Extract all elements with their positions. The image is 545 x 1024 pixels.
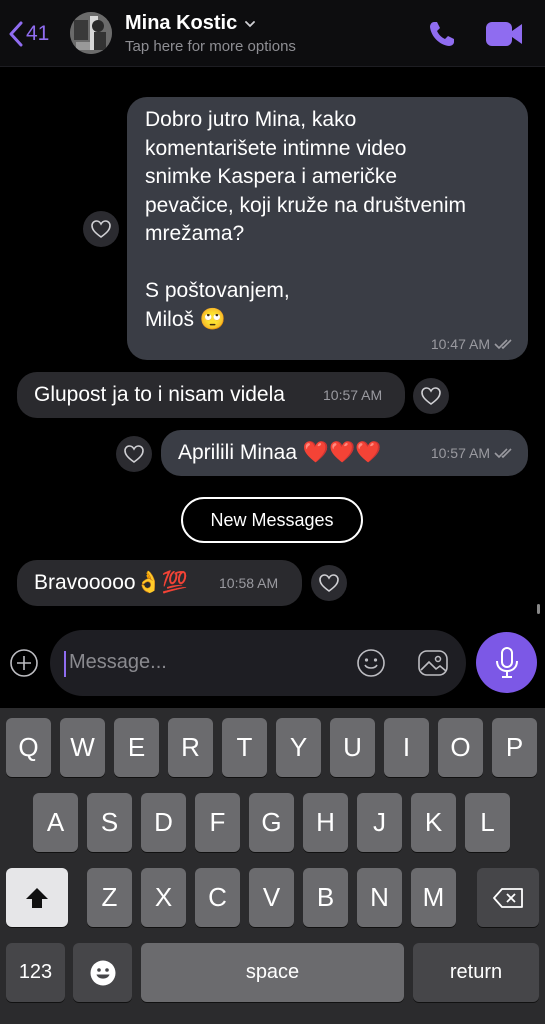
numbers-key[interactable]: 123 bbox=[6, 943, 65, 1002]
key-q[interactable]: Q bbox=[6, 718, 51, 777]
key-k[interactable]: K bbox=[411, 793, 456, 852]
emoji-key[interactable] bbox=[73, 943, 132, 1002]
message-time: 10:57 AM bbox=[430, 445, 490, 461]
message-meta: 10:47 AM bbox=[431, 336, 516, 352]
key-b[interactable]: B bbox=[303, 868, 348, 927]
delete-key[interactable] bbox=[477, 868, 539, 927]
new-messages-divider[interactable]: New Messages bbox=[181, 497, 363, 543]
heart-icon bbox=[124, 445, 144, 463]
key-c[interactable]: C bbox=[195, 868, 240, 927]
smiley-icon[interactable] bbox=[356, 648, 386, 678]
contact-name: Mina Kostic bbox=[125, 12, 238, 34]
key-x[interactable]: X bbox=[141, 868, 186, 927]
like-button[interactable] bbox=[413, 378, 449, 414]
microphone-icon bbox=[495, 646, 518, 678]
message-text: Aprilili Minaa ❤️❤️❤️ bbox=[178, 441, 382, 464]
keyboard: Q W E R T Y U I O P A S D F G H J K L Z … bbox=[0, 708, 545, 1024]
key-a[interactable]: A bbox=[33, 793, 78, 852]
plus-icon[interactable] bbox=[9, 648, 39, 678]
message-bubble-outgoing[interactable]: Aprilili Minaa ❤️❤️❤️ 10:57 AM bbox=[161, 430, 528, 476]
heart-icon bbox=[91, 220, 111, 238]
text-caret bbox=[64, 651, 66, 677]
back-button[interactable]: 41 bbox=[8, 16, 49, 52]
space-key[interactable]: space bbox=[141, 943, 404, 1002]
message-input-placeholder[interactable]: Message... bbox=[69, 651, 167, 674]
key-e[interactable]: E bbox=[114, 718, 159, 777]
read-receipt-icon bbox=[494, 448, 512, 459]
key-l[interactable]: L bbox=[465, 793, 510, 852]
scrollbar[interactable] bbox=[537, 604, 540, 614]
like-button[interactable] bbox=[311, 565, 347, 601]
key-o[interactable]: O bbox=[438, 718, 483, 777]
like-button[interactable] bbox=[83, 211, 119, 247]
message-bubble-incoming[interactable]: Bravooooo👌💯 10:58 AM bbox=[17, 560, 302, 606]
message-bubble-outgoing[interactable]: Dobro jutro Mina, kako komentarišete int… bbox=[127, 97, 528, 360]
contact-name-button[interactable]: Mina Kostic bbox=[125, 12, 257, 35]
like-button[interactable] bbox=[116, 436, 152, 472]
shift-key[interactable] bbox=[6, 868, 68, 927]
header-subtitle[interactable]: Tap here for more options bbox=[125, 38, 296, 55]
key-m[interactable]: M bbox=[411, 868, 456, 927]
key-f[interactable]: F bbox=[195, 793, 240, 852]
key-g[interactable]: G bbox=[249, 793, 294, 852]
return-key[interactable]: return bbox=[413, 943, 539, 1002]
backspace-icon bbox=[493, 887, 523, 908]
key-i[interactable]: I bbox=[384, 718, 429, 777]
message-bubble-incoming[interactable]: Glupost ja to i nisam videla 10:57 AM bbox=[17, 372, 405, 418]
gallery-icon[interactable] bbox=[417, 648, 449, 678]
unread-count: 41 bbox=[26, 22, 50, 45]
key-j[interactable]: J bbox=[357, 793, 402, 852]
key-w[interactable]: W bbox=[60, 718, 105, 777]
key-u[interactable]: U bbox=[330, 718, 375, 777]
heart-icon bbox=[421, 387, 441, 405]
video-camera-icon[interactable] bbox=[484, 18, 524, 50]
key-v[interactable]: V bbox=[249, 868, 294, 927]
message-text: Bravooooo👌💯 bbox=[34, 571, 188, 594]
key-d[interactable]: D bbox=[141, 793, 186, 852]
key-r[interactable]: R bbox=[168, 718, 213, 777]
key-n[interactable]: N bbox=[357, 868, 402, 927]
shift-arrow-icon bbox=[26, 887, 48, 908]
message-text: Dobro jutro Mina, kako komentarišete int… bbox=[145, 108, 466, 331]
heart-icon bbox=[319, 574, 339, 592]
key-t[interactable]: T bbox=[222, 718, 267, 777]
phone-icon[interactable] bbox=[426, 18, 458, 50]
chevron-down-icon bbox=[245, 20, 256, 27]
message-time: 10:58 AM bbox=[219, 575, 279, 591]
emoji-icon bbox=[90, 960, 115, 985]
chat-header: 41 Mina Kostic Tap here for more options bbox=[0, 0, 545, 67]
message-time: 10:57 AM bbox=[323, 387, 383, 403]
key-y[interactable]: Y bbox=[276, 718, 321, 777]
read-receipt-icon bbox=[494, 339, 512, 350]
key-s[interactable]: S bbox=[87, 793, 132, 852]
chevron-left-icon bbox=[9, 21, 23, 47]
key-p[interactable]: P bbox=[492, 718, 537, 777]
message-meta: 10:57 AM bbox=[431, 445, 516, 461]
voice-message-button[interactable] bbox=[476, 632, 537, 693]
avatar[interactable] bbox=[70, 12, 112, 54]
key-z[interactable]: Z bbox=[87, 868, 132, 927]
message-text: Glupost ja to i nisam videla bbox=[34, 383, 285, 406]
message-time: 10:47 AM bbox=[430, 336, 490, 352]
key-h[interactable]: H bbox=[303, 793, 348, 852]
